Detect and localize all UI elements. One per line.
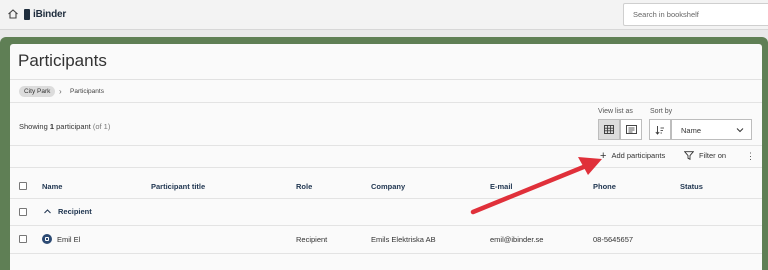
breadcrumb-project[interactable]: City Park [19, 86, 56, 97]
row-checkbox[interactable] [19, 235, 27, 243]
breadcrumb-current: Participants [70, 88, 104, 95]
breadcrumb-divider [10, 102, 762, 103]
more-options-icon[interactable]: ⋮ [746, 151, 755, 162]
cell-company: Emils Elektriska AB [371, 235, 436, 244]
add-participants-label: Add participants [611, 151, 666, 160]
sort-select-value: Name [681, 126, 702, 135]
header-divider [10, 198, 762, 199]
list-icon [625, 125, 637, 134]
cell-email[interactable]: emil@ibinder.se [490, 235, 543, 244]
column-header-status[interactable]: Status [680, 182, 703, 191]
title-divider [10, 79, 762, 80]
cell-phone: 08-5645657 [593, 235, 634, 244]
top-bar: iBinder Search in bookshelf [0, 0, 768, 30]
user-card-icon [45, 237, 49, 241]
sort-select[interactable]: Name [671, 119, 752, 140]
page-title: Participants [18, 51, 107, 70]
chevron-up-icon[interactable] [43, 207, 52, 216]
actions-divider [10, 167, 762, 168]
plus-icon: + [600, 149, 607, 162]
avatar [42, 234, 52, 244]
search-input[interactable]: Search in bookshelf [623, 3, 768, 26]
row-divider [10, 253, 762, 254]
column-header-phone[interactable]: Phone [593, 182, 616, 191]
column-header-name[interactable]: Name [42, 182, 62, 191]
column-header-company[interactable]: Company [371, 182, 405, 191]
app-logo[interactable]: iBinder [24, 7, 66, 21]
add-participants-button[interactable]: + Add participants [600, 149, 666, 162]
view-label: View list as [598, 108, 633, 115]
select-all-checkbox[interactable] [19, 182, 27, 190]
grid-view-button[interactable] [598, 119, 620, 140]
breadcrumb-chevron-icon: › [59, 87, 62, 96]
column-header-role[interactable]: Role [296, 182, 312, 191]
sort-direction-button[interactable] [649, 119, 671, 140]
result-count-total: (of 1) [92, 122, 111, 131]
home-icon[interactable] [7, 8, 19, 20]
sort-ascending-icon [655, 125, 664, 135]
filter-icon [684, 151, 694, 160]
column-header-participant-title[interactable]: Participant title [151, 182, 205, 191]
logo-mark [24, 8, 30, 20]
column-header-email[interactable]: E-mail [490, 182, 513, 191]
result-count-number: 1 [49, 122, 55, 131]
cell-role: Recipient [296, 235, 328, 244]
result-count-unit: participant [56, 122, 91, 131]
group-divider [10, 225, 762, 226]
logo-text: iBinder [33, 8, 67, 20]
group-checkbox[interactable] [19, 208, 27, 216]
sort-label: Sort by [650, 108, 673, 115]
cell-name[interactable]: Emil El [57, 235, 80, 244]
filter-label: Filter on [699, 151, 727, 160]
list-view-button[interactable] [620, 119, 642, 140]
search-placeholder: Search in bookshelf [633, 10, 699, 19]
result-count-prefix: Showing [19, 122, 48, 131]
grid-icon [604, 125, 614, 134]
chevron-down-icon [736, 128, 744, 133]
result-count: Showing 1 participant (of 1) [19, 122, 110, 131]
filter-button[interactable]: Filter on [684, 151, 726, 160]
group-label: Recipient [58, 207, 92, 216]
toolbar-divider [10, 145, 762, 146]
